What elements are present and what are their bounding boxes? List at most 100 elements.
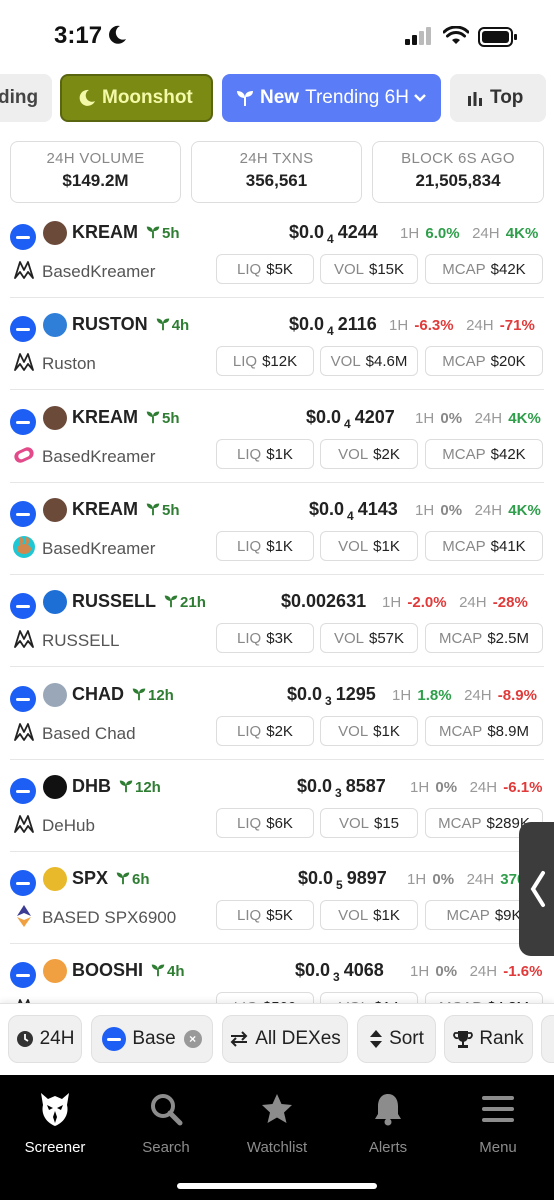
nav-alerts[interactable]: Alerts <box>338 1091 438 1156</box>
liquidity-label: LIQ <box>237 537 262 555</box>
volume-value: $57K <box>368 629 405 647</box>
price-changes: 1H 0% 24H -1.6% <box>410 963 542 980</box>
token-price: $0.0 4 4207 <box>306 407 395 431</box>
price-zero-count: 4 <box>327 232 334 246</box>
sprout-icon <box>119 780 133 793</box>
liquidity-value: $1K <box>266 537 293 555</box>
price-prefix: $0.0 <box>309 499 345 519</box>
sort-button[interactable]: Sort <box>357 1015 436 1063</box>
token-symbol: KREAM 5h <box>72 407 180 428</box>
change-24h: -6.1% <box>503 779 543 796</box>
tab-trending[interactable]: ding <box>0 74 52 122</box>
chevron-left-icon <box>530 871 545 907</box>
bell-icon <box>375 1094 401 1126</box>
token-symbol: RUSTON 4h <box>72 314 189 335</box>
base-chain-icon <box>10 316 36 342</box>
change-1h: 0% <box>435 963 458 980</box>
tab-top-label: Top <box>490 87 524 108</box>
price-changes: 1H 0% 24H -6.1% <box>410 779 542 796</box>
volume-label: VOL <box>330 352 361 370</box>
token-symbol-text: KREAM <box>72 499 138 519</box>
token-row[interactable]: SPX 6h BASED SPX6900 $0.0 5 9897 1H 0% 24H 370… <box>0 852 554 944</box>
change-1h: 0% <box>435 779 458 796</box>
nav-watchlist[interactable]: Watchlist <box>227 1091 327 1156</box>
more-filters-button[interactable] <box>541 1015 554 1063</box>
stat-value: $149.2M <box>62 171 129 190</box>
liquidity-pill: LIQ $5K <box>216 900 314 930</box>
token-row[interactable]: RUSSELL 21h RUSSELL $0.002631 1H -2.0% 24H -… <box>0 575 554 667</box>
market-cap-value: $42K <box>490 260 526 278</box>
stat-label: 24H VOLUME <box>46 150 145 167</box>
tab-top[interactable]: Top <box>450 74 546 122</box>
tab-new-trending[interactable]: New Trending 6H <box>222 74 441 122</box>
price-changes: 1H 1.8% 24H -8.9% <box>392 687 537 704</box>
token-row[interactable]: KREAM 5h BasedKreamer $0.0 4 4244 1H 6.0% 24H … <box>0 206 554 298</box>
pair-age-text: 5h <box>162 502 180 519</box>
token-symbol: CHAD 12h <box>72 684 174 705</box>
nav-screener[interactable]: Screener <box>5 1091 105 1156</box>
token-symbol: DHB 12h <box>72 776 161 797</box>
price-prefix: $0.0 <box>295 960 331 980</box>
pair-age-text: 6h <box>132 871 150 888</box>
sprout-icon <box>146 411 160 424</box>
sprout-icon <box>151 964 165 977</box>
side-panel-handle[interactable] <box>519 822 554 956</box>
change-24h: 4K% <box>508 410 541 427</box>
change-1h-label: 1H <box>415 502 435 519</box>
aerodrome-icon <box>12 627 36 651</box>
token-price: $0.0 4 4244 <box>289 222 378 246</box>
base-chain-icon <box>10 593 36 619</box>
change-24h: -71% <box>499 317 535 334</box>
timeframe-filter-button[interactable]: 24H <box>8 1015 82 1063</box>
token-row[interactable]: KREAM 5h BasedKreamer $0.0 4 4143 1H 0% 24H 4K… <box>0 483 554 575</box>
clear-chain-icon[interactable]: × <box>183 1030 202 1048</box>
token-name: BasedKreamer <box>42 539 156 558</box>
price-changes: 1H 0% 24H 4K% <box>415 502 541 519</box>
pair-age: 4h <box>151 963 185 980</box>
liquidity-pill: LIQ $2K <box>216 716 314 746</box>
nav-menu[interactable]: Menu <box>448 1091 548 1156</box>
token-name: BasedKreamer <box>42 262 156 281</box>
market-cap-pill: MCAP $20K <box>425 346 543 376</box>
rank-button[interactable]: Rank <box>444 1015 533 1063</box>
token-row[interactable]: DHB 12h DeHub $0.0 3 8587 1H 0% 24H -6.1% LIQ $6… <box>0 760 554 852</box>
price-digits: 4143 <box>357 499 398 519</box>
nav-label: Screener <box>24 1139 86 1156</box>
tab-moonshot[interactable]: Moonshot <box>60 74 213 122</box>
token-list: KREAM 5h BasedKreamer $0.0 4 4244 1H 6.0% 24H … <box>0 206 554 1006</box>
liquidity-label: LIQ <box>232 352 258 370</box>
token-name: DeHub <box>42 816 95 835</box>
token-row[interactable]: BOOSHI4hBOOSHI$0.0340681H 0% 24H -1.6%LI… <box>0 944 554 1006</box>
volume-pill: VOL $4.6M <box>320 346 418 376</box>
base-chain-icon <box>10 501 36 527</box>
price-zero-count: 3 <box>325 694 332 708</box>
volume-value: $15 <box>373 814 400 832</box>
change-24h: -1.6% <box>503 963 543 980</box>
market-cap-label: MCAP <box>438 814 482 832</box>
liquidity-value: $12K <box>262 352 298 370</box>
battery-icon <box>478 27 517 47</box>
chain-label: Base <box>132 1028 176 1049</box>
sushiswap-icon <box>12 443 36 467</box>
price-zero-count: 5 <box>336 878 343 892</box>
price-zero-count: 3 <box>333 970 340 984</box>
tab-new-label: New <box>260 87 300 108</box>
liquidity-value: $6K <box>266 814 293 832</box>
token-row[interactable]: RUSTON 4h Ruston $0.0 4 2116 1H -6.3% 24H -71%… <box>0 298 554 390</box>
token-avatar <box>43 959 67 983</box>
liquidity-value: $1K <box>266 445 293 463</box>
price-prefix: $0.0 <box>289 314 325 334</box>
dex-filter-button[interactable]: All DEXes <box>222 1015 348 1063</box>
chain-filter-button[interactable]: Base × <box>91 1015 213 1063</box>
liquidity-label: LIQ <box>237 906 262 924</box>
market-cap-label: MCAP <box>438 722 483 740</box>
sprout-icon <box>146 226 160 239</box>
change-1h: 0% <box>432 871 455 888</box>
chevron-down-icon <box>414 94 426 102</box>
change-24h: 4K% <box>508 502 541 519</box>
token-row[interactable]: CHAD 12h Based Chad $0.0 3 1295 1H 1.8% 24H -8… <box>0 668 554 760</box>
nav-search[interactable]: Search <box>116 1091 216 1156</box>
change-1h-label: 1H <box>407 871 427 888</box>
token-row[interactable]: KREAM 5h BasedKreamer $0.0 4 4207 1H 0% 24H 4K… <box>0 391 554 483</box>
change-1h-label: 1H <box>400 225 420 242</box>
